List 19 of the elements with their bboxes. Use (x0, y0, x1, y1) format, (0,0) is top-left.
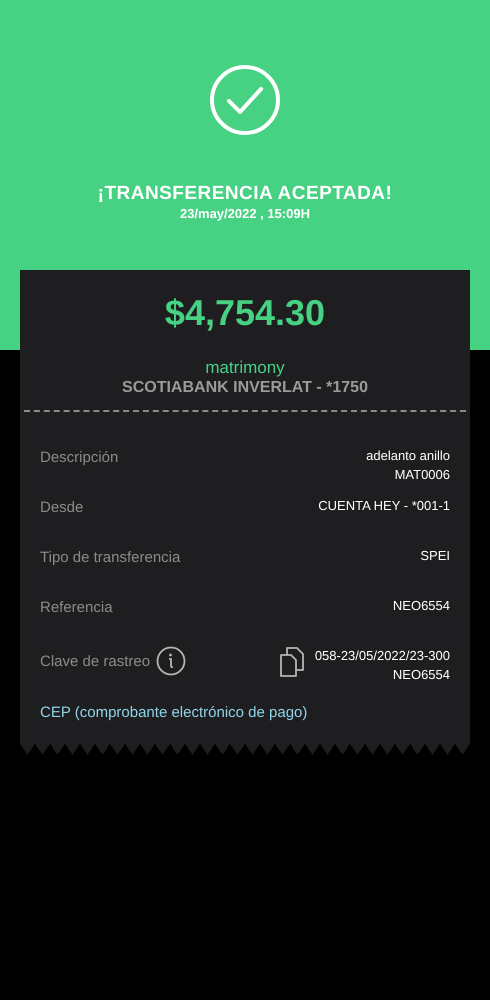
cep-link[interactable]: CEP (comprobante electrónico de pago) (40, 702, 308, 725)
field-label: Clave de rastreo (40, 652, 150, 672)
recipient-name: matrimony (205, 357, 285, 378)
field-value: 058-23/05/2022/23-300 NEO6554 (314, 647, 450, 684)
field-label: Descripción (40, 448, 118, 468)
recipient-bank: SCOTIABANK INVERLAT - *1750 (122, 378, 368, 398)
info-icon[interactable] (156, 646, 186, 676)
status-title: ¡TRANSFERENCIA ACEPTADA! (98, 182, 392, 206)
transfer-datetime: 23/may/2022 , 15:09H (180, 206, 310, 222)
amount: $4,754.30 (164, 291, 326, 335)
field-value: NEO6554 (392, 597, 450, 616)
field-value: CUENTA HEY - *001-1 (318, 497, 450, 516)
check-circle-icon (209, 64, 281, 136)
field-value: adelanto anillo MAT0006 (366, 447, 450, 484)
copy-icon[interactable] (278, 646, 305, 678)
field-label: Desde (40, 498, 84, 518)
field-value: SPEI (420, 547, 450, 566)
field-label: Tipo de transferencia (40, 548, 180, 568)
field-label: Referencia (40, 598, 113, 618)
